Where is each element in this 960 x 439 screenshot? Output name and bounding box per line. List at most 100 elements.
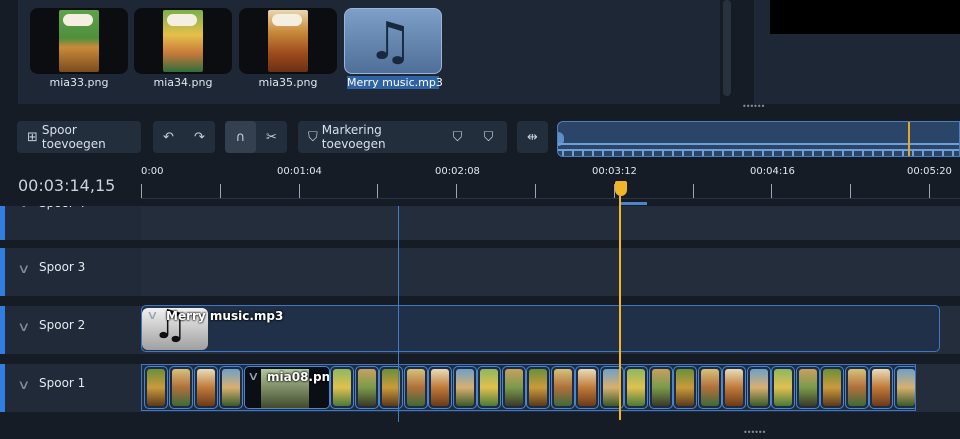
track-header[interactable]: ∨ Spoor 4 [0,196,141,240]
image-clip[interactable] [526,366,550,409]
overview-clip-mark [862,151,864,156]
media-bin[interactable]: mia33.png mia34.png mia35.png ♫ Merry mu… [18,0,731,104]
clip-thumbnail [147,369,165,406]
image-clip-mia08[interactable]: ∨ mia08.png [244,366,330,409]
image-clip[interactable] [649,366,673,409]
playhead-line[interactable] [619,196,621,420]
clip-thumbnail [333,369,351,406]
speech-bubble [63,14,93,26]
add-track-button[interactable]: ⊞ Spoor toevoegen [17,121,141,153]
track-name: Spoor 4 [39,196,86,210]
undo-button[interactable]: ↶ [153,121,184,153]
redo-button[interactable]: ↷ [184,121,215,153]
previous-marker-button[interactable]: ⛉ [442,121,473,153]
image-clip[interactable] [355,366,379,409]
add-track-label: Spoor toevoegen [41,123,106,151]
add-marker-button[interactable]: ⛉ Markering toevoegen [298,121,442,153]
image-clip[interactable] [551,366,575,409]
overview-clip-mark [582,151,584,156]
clip-thumbnail [529,369,547,406]
next-marker-button[interactable]: ⛉ [473,121,504,153]
timeline-footer [0,412,960,439]
image-clip[interactable] [169,366,193,409]
timeline-overview[interactable] [557,121,960,157]
image-clip[interactable] [379,366,403,409]
speech-bubble [272,14,302,26]
chevron-down-icon[interactable]: ∨ [17,320,30,335]
media-item-mia34[interactable] [134,8,232,74]
overview-clip-mark [872,151,874,156]
track-name: Spoor 2 [39,318,86,332]
media-item-mia35[interactable] [239,8,337,74]
image-clip[interactable] [796,366,820,409]
image-clip[interactable] [144,366,168,409]
snap-toggle[interactable]: ∩ [225,121,256,153]
track-header[interactable]: ∨ Spoor 1 [0,364,141,412]
clip-thumbnail [431,369,449,406]
chevron-down-icon[interactable]: ∨ [247,369,259,383]
track-header[interactable]: ∨ Spoor 3 [0,248,141,296]
chevron-down-icon[interactable]: ∨ [17,378,30,393]
overview-clip-mark [692,151,694,156]
playhead-handle[interactable] [615,181,627,196]
ruler-baseline [141,198,960,199]
track-name: Spoor 3 [39,260,86,274]
speech-bubble [167,14,197,26]
media-item-merry-music[interactable]: ♫ [344,8,442,74]
ruler-tick [456,184,457,198]
image-clip[interactable] [698,366,722,409]
preview-screen[interactable] [770,0,960,34]
ruler-tick [220,184,221,198]
image-clip[interactable] [330,366,354,409]
clip-thumbnail [480,369,498,406]
clip-thumbnail [823,369,841,406]
track-spoor-3[interactable]: ∨ Spoor 3 [0,248,960,296]
chevron-down-icon[interactable]: ∨ [17,262,30,277]
chevron-down-icon[interactable]: ∨ [17,206,30,211]
chevron-down-icon[interactable]: ∨ [146,308,158,322]
overview-clip-mark [922,151,924,156]
audio-clip[interactable]: ♫ ∨ Merry music.mp3 [141,305,940,352]
media-item-mia33[interactable] [30,8,128,74]
current-timecode: 00:03:14,15 [18,176,116,195]
overview-clip-mark [932,151,934,156]
ruler-label: 0:00 [141,166,164,177]
image-clip-strip: ∨ mia08.png [141,364,916,411]
image-clip[interactable] [219,366,243,409]
time-ruler[interactable]: 0:00 00:01:04 00:02:08 00:03:12 00:04:16… [141,162,960,206]
cut-button[interactable]: ✂ [256,121,287,153]
image-clip[interactable] [722,366,746,409]
image-clip[interactable] [624,366,648,409]
ruler-tick [850,184,851,198]
fit-timeline-button[interactable]: ⇹ [517,121,548,153]
image-clip[interactable] [194,366,218,409]
image-clip[interactable] [502,366,526,409]
image-clip[interactable] [820,366,844,409]
image-clip[interactable] [404,366,428,409]
clip-thumbnail [172,369,190,406]
overview-clip-mark [732,151,734,156]
image-clip[interactable] [453,366,477,409]
clip-thumbnail [701,369,719,406]
image-clip[interactable] [771,366,795,409]
image-clip[interactable] [747,366,771,409]
marker-group: ⛉ Markering toevoegen ⛉ ⛉ [298,121,507,153]
image-clip[interactable] [845,366,869,409]
image-clip[interactable] [477,366,501,409]
clip-thumbnail [578,369,596,406]
image-clip[interactable] [673,366,697,409]
overview-clip-mark [802,151,804,156]
image-clip[interactable] [894,366,915,409]
track-lane[interactable] [141,248,960,296]
bin-scrollbar[interactable] [723,0,731,96]
track-header[interactable]: ∨ Spoor 2 [0,306,141,354]
image-clip[interactable] [575,366,599,409]
undo-icon: ↶ [163,129,174,145]
image-clip[interactable] [869,366,893,409]
overview-clip-mark [722,151,724,156]
clip-thumbnail [872,369,890,406]
ruler-label: 00:04:16 [750,166,795,177]
overview-playhead [908,122,910,156]
image-clip[interactable] [428,366,452,409]
splitter-grip-icon[interactable]: •••••• [743,428,766,437]
